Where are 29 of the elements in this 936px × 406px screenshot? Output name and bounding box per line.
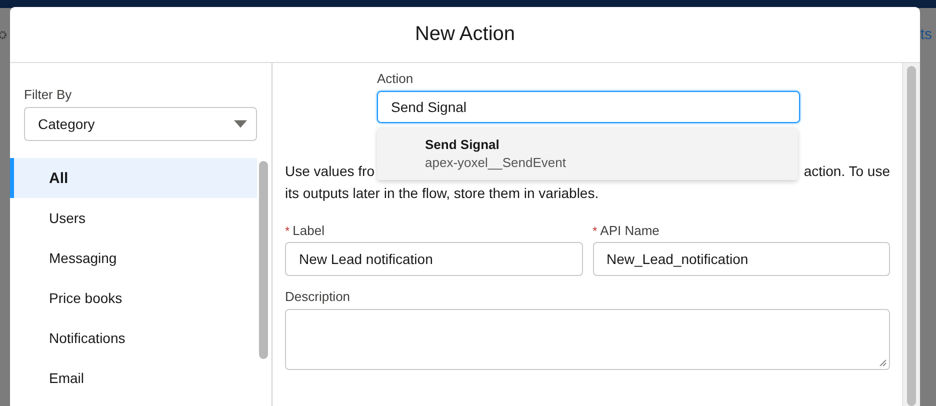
category-item[interactable]: Price books	[10, 278, 257, 318]
category-item[interactable]: Email	[10, 358, 257, 398]
text-field[interactable]: New Lead notification	[285, 242, 582, 276]
category-item[interactable]: Notifications	[10, 318, 257, 358]
category-item[interactable]: All	[10, 158, 257, 198]
option-title: Send Signal	[425, 137, 500, 152]
suggestion-item[interactable]: Send Signal apex-yoxel__SendEvent	[377, 127, 798, 180]
help-text: Use values fro	[285, 163, 374, 179]
search-field[interactable]: Send Signal	[377, 91, 800, 123]
resize-grip-icon	[879, 359, 887, 367]
category-item[interactable]: Messaging	[10, 238, 257, 278]
category-item[interactable]: Users	[10, 198, 257, 238]
scrollbar-thumb[interactable]	[907, 66, 916, 406]
field-label: Description	[285, 289, 352, 304]
description-field[interactable]	[285, 309, 890, 370]
scrollbar-thumb[interactable]	[259, 161, 268, 359]
required-mark: *	[285, 224, 290, 238]
caret-icon	[234, 120, 247, 128]
dialog-title: New Action	[414, 23, 516, 46]
option-subtitle: apex-yoxel__SendEvent	[425, 155, 567, 170]
field-label: Action	[377, 71, 414, 86]
field-label: Label	[292, 223, 324, 238]
help-text: action. To use	[804, 163, 890, 179]
field-label: Filter By	[24, 87, 73, 102]
help-text: its outputs later in the flow, store them in variables.	[285, 185, 600, 201]
text-field[interactable]: New_Lead_notification	[592, 242, 890, 276]
required-mark: *	[592, 224, 598, 238]
category-select[interactable]: Category	[24, 107, 257, 141]
field-label: API Name	[600, 223, 660, 238]
